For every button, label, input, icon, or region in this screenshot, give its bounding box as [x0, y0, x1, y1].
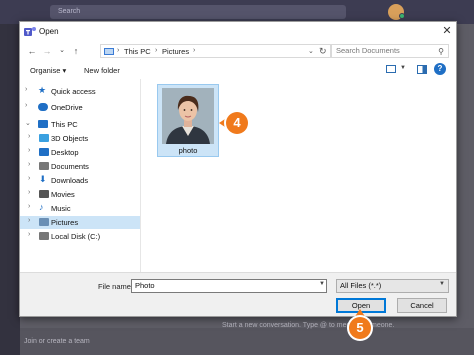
file-name-label: photo	[178, 146, 198, 155]
tree-item-local-disk-c[interactable]: › Local Disk (C:)	[20, 230, 140, 243]
tree-item-label: Quick access	[51, 87, 96, 96]
photo-thumbnail	[162, 88, 214, 144]
chevron-right-icon[interactable]: ›	[28, 147, 30, 154]
breadcrumb-pictures[interactable]: Pictures	[162, 47, 189, 56]
tree-item-documents[interactable]: › Documents	[20, 160, 140, 173]
tree-item-this-pc[interactable]: ⌄ This PC	[20, 118, 140, 131]
open-file-dialog: Open ✕ ← → ⌄ ↑ › This PC › Pictures › ⌄ …	[19, 21, 457, 317]
close-icon[interactable]: ✕	[440, 24, 454, 38]
change-view-icon[interactable]	[386, 65, 396, 73]
file-name-field-label: File name:	[98, 282, 134, 291]
film-icon	[39, 190, 49, 198]
tree-item-onedrive[interactable]: › OneDrive	[20, 101, 140, 114]
search-input[interactable]: Search Documents ⚲	[331, 44, 449, 58]
cloud-icon	[38, 103, 48, 111]
download-icon: ⬇	[39, 174, 47, 184]
chevron-right-icon[interactable]: ›	[28, 231, 30, 238]
refresh-icon[interactable]: ↻	[319, 46, 327, 57]
cancel-button[interactable]: Cancel	[397, 298, 447, 313]
chevron-right-icon[interactable]: ›	[25, 86, 27, 93]
chevron-right-icon[interactable]: ›	[28, 189, 30, 196]
presence-status-icon	[399, 13, 405, 19]
navigation-bar: ← → ⌄ ↑ › This PC › Pictures › ⌄ ↻ Searc…	[20, 42, 456, 62]
tree-item-desktop[interactable]: › Desktop	[20, 146, 140, 159]
tree-item-label: Pictures	[51, 218, 79, 227]
tree-item-label: Music	[51, 204, 71, 213]
cube-icon	[39, 134, 49, 142]
tree-item-label: OneDrive	[51, 103, 83, 112]
chevron-right-icon[interactable]: ›	[25, 102, 27, 109]
app-search-box[interactable]: Search	[50, 5, 346, 19]
star-icon: ★	[38, 85, 47, 95]
recent-locations-dropdown[interactable]: ⌄	[56, 45, 68, 57]
file-item-photo[interactable]: photo	[157, 84, 219, 157]
organise-menu[interactable]: Organise ▾	[30, 66, 66, 75]
chevron-down-icon[interactable]: ⌄	[25, 119, 31, 127]
toolbar: Organise ▾ New folder ▼ ?	[20, 62, 456, 79]
step-4-callout: 4	[226, 112, 248, 134]
forward-button[interactable]: →	[41, 45, 53, 57]
desktop-icon	[39, 148, 49, 156]
breadcrumb-separator: ›	[193, 47, 196, 54]
file-type-select[interactable]: All Files (*.*)	[336, 279, 449, 293]
document-icon	[39, 162, 49, 170]
breadcrumb-this-pc[interactable]: This PC	[124, 47, 151, 56]
tree-item-label: Desktop	[51, 148, 79, 157]
pictures-icon	[39, 218, 49, 226]
address-dropdown-icon[interactable]: ⌄	[308, 47, 314, 55]
tree-item-pictures[interactable]: › Pictures	[20, 216, 140, 229]
tree-item-3d-objects[interactable]: › 3D Objects	[20, 132, 140, 145]
preview-pane-icon[interactable]	[417, 65, 427, 74]
app-left-rail	[0, 24, 20, 355]
dialog-footer: File name: Photo ▼ All Files (*.*) ▼ Ope…	[20, 272, 456, 316]
dialog-title-bar: Open ✕	[20, 22, 456, 42]
navigation-pane: › ★ Quick access › OneDrive ⌄ This PC › 3D Objec…	[20, 79, 141, 272]
pictures-location-icon	[104, 48, 114, 55]
computer-icon	[38, 120, 48, 128]
teams-app-icon	[24, 27, 36, 36]
up-button[interactable]: ↑	[70, 45, 82, 57]
breadcrumb-separator: ›	[155, 47, 158, 54]
file-list: photo	[142, 79, 456, 272]
tree-item-downloads[interactable]: › ⬇ Downloads	[20, 174, 140, 187]
view-options-dropdown-icon[interactable]: ▼	[400, 65, 406, 71]
new-folder-button[interactable]: New folder	[84, 66, 120, 75]
music-icon: ♪	[39, 202, 44, 212]
tree-item-movies[interactable]: › Movies	[20, 188, 140, 201]
dialog-title: Open	[39, 27, 59, 36]
chevron-right-icon[interactable]: ›	[28, 161, 30, 168]
chevron-right-icon[interactable]: ›	[28, 203, 30, 210]
search-icon: ⚲	[438, 47, 444, 56]
breadcrumb-separator: ›	[117, 47, 120, 54]
tree-item-label: Movies	[51, 190, 75, 199]
tree-item-label: Local Disk (C:)	[51, 232, 101, 241]
tree-item-label: This PC	[51, 120, 78, 129]
tree-item-label: Documents	[51, 162, 89, 171]
file-type-dropdown-icon[interactable]: ▼	[439, 281, 445, 287]
search-placeholder: Search Documents	[336, 46, 400, 55]
file-name-field[interactable]: Photo	[131, 279, 327, 293]
back-button[interactable]: ←	[26, 45, 38, 57]
address-bar[interactable]: › This PC › Pictures › ⌄ ↻	[100, 44, 331, 58]
step-5-callout: 5	[349, 317, 371, 339]
tree-item-label: Downloads	[51, 176, 89, 185]
tree-item-music[interactable]: › ♪ Music	[20, 202, 140, 215]
chevron-right-icon[interactable]: ›	[28, 133, 30, 140]
join-team-link[interactable]: Join or create a team	[24, 338, 90, 345]
drive-icon	[39, 232, 49, 240]
tree-item-label: 3D Objects	[51, 134, 89, 143]
chevron-right-icon[interactable]: ›	[28, 217, 30, 224]
file-name-dropdown-icon[interactable]: ▼	[319, 281, 325, 287]
help-icon[interactable]: ?	[434, 63, 446, 75]
tree-item-quick-access[interactable]: › ★ Quick access	[20, 85, 140, 98]
chevron-right-icon[interactable]: ›	[28, 175, 30, 182]
